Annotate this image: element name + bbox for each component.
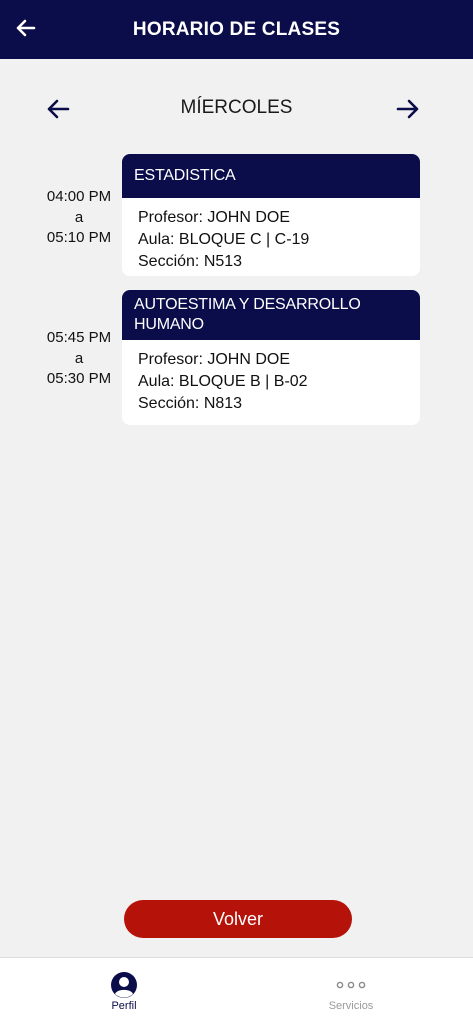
day-navigator: MÍERCOLES <box>0 90 473 126</box>
end-time: 05:30 PM <box>46 370 112 387</box>
class-time: 04:00 PM a 05:10 PM <box>36 187 122 249</box>
class-details: Profesor: JOHN DOE Aula: BLOQUE B | B-02… <box>122 340 420 421</box>
class-card[interactable]: AUTOESTIMA Y DESARROLLO HUMANO Profesor:… <box>122 290 420 425</box>
class-details: Profesor: JOHN DOE Aula: BLOQUE C | C-19… <box>122 198 420 276</box>
class-room: Aula: BLOQUE C | C-19 <box>138 231 310 248</box>
start-time: 04:00 PM <box>46 188 112 205</box>
class-professor: Profesor: JOHN DOE <box>138 351 291 368</box>
class-section: Sección: N513 <box>138 253 243 270</box>
end-time: 05:10 PM <box>46 229 112 246</box>
page-title: HORARIO DE CLASES <box>132 18 341 40</box>
more-dots-icon <box>336 971 366 999</box>
tab-servicios[interactable]: Servicios <box>291 958 411 1025</box>
time-separator: a <box>74 349 84 367</box>
tab-label: Servicios <box>328 1000 374 1012</box>
class-room: Aula: BLOQUE B | B-02 <box>138 373 308 390</box>
profile-icon <box>110 971 138 999</box>
tab-label: Perfil <box>111 1000 137 1012</box>
class-subject: AUTOESTIMA Y DESARROLLO HUMANO <box>122 290 420 340</box>
bottom-tab-bar: Perfil Servicios <box>0 957 473 1025</box>
class-section: Sección: N813 <box>138 395 243 412</box>
next-day-button[interactable] <box>393 94 423 124</box>
arrow-right-icon <box>396 99 419 119</box>
app-header: HORARIO DE CLASES <box>0 0 473 59</box>
tab-perfil[interactable]: Perfil <box>64 958 184 1025</box>
class-professor: Profesor: JOHN DOE <box>138 209 291 226</box>
class-card[interactable]: ESTADISTICA Profesor: JOHN DOE Aula: BLO… <box>122 154 420 276</box>
class-time: 05:45 PM a 05:30 PM <box>36 328 122 390</box>
volver-button[interactable]: Volver <box>124 900 352 938</box>
start-time: 05:45 PM <box>46 329 112 346</box>
class-subject: ESTADISTICA <box>122 154 420 198</box>
time-separator: a <box>74 208 84 226</box>
